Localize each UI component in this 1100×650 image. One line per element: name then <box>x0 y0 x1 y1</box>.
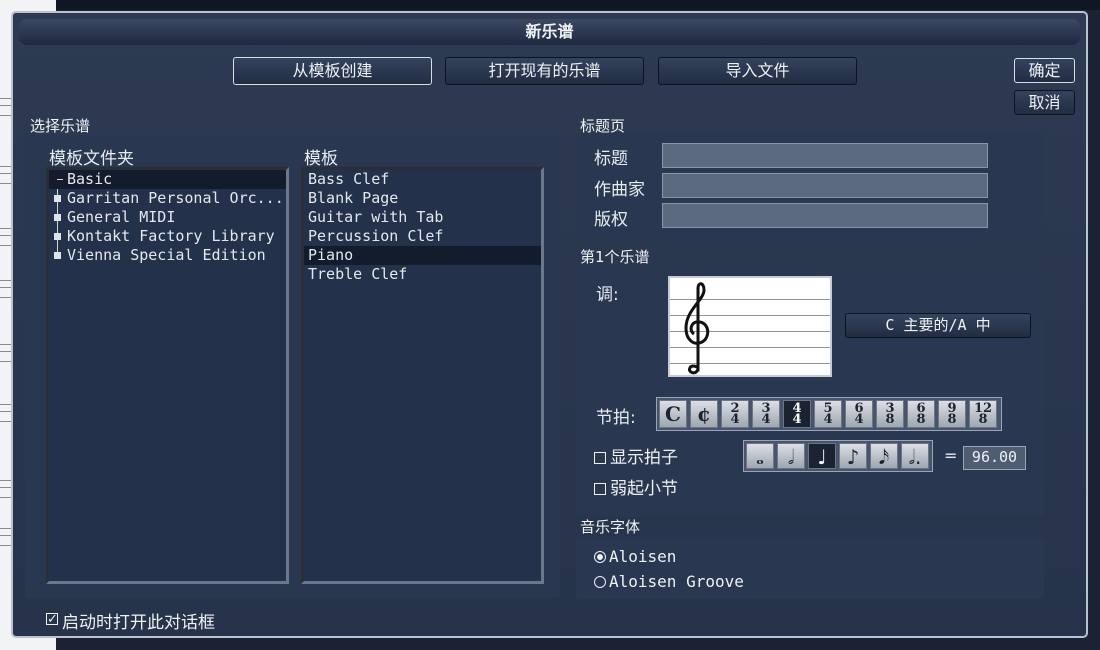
template-item[interactable]: Percussion Clef <box>304 227 541 246</box>
radio-dot[interactable] <box>594 551 606 563</box>
select-score-section-label: 选择乐谱 <box>30 117 91 135</box>
template-item[interactable]: Blank Page <box>304 189 541 208</box>
startup-checkbox[interactable]: 启动时打开此对话框 <box>46 608 215 633</box>
time-signature-bar: C ¢ 2 4 3 4 4 4 5 4 6 4 3 8 6 8 9 8 12 8 <box>656 397 1002 431</box>
time-signature-bottom: 8 <box>978 412 988 427</box>
title-field[interactable] <box>662 143 988 168</box>
template-folders-label: 模板文件夹 <box>49 149 134 169</box>
time-signature-bottom: 8 <box>947 412 957 427</box>
time-signature-button[interactable]: 68 <box>907 400 935 428</box>
key-signature-staff <box>668 276 832 377</box>
select-score-panel: 模板文件夹 模板 Basic Garritan Personal Orc... … <box>25 135 560 598</box>
time-signature-top: C <box>665 402 681 426</box>
folder-item[interactable]: Garritan Personal Orc... <box>49 189 286 208</box>
time-signature-button[interactable]: 24 <box>721 400 749 428</box>
composer-field[interactable] <box>662 173 988 198</box>
cancel-button[interactable]: 取消 <box>1014 90 1075 115</box>
time-signature-button[interactable]: 44 <box>783 400 811 428</box>
tab-import-file[interactable]: 导入文件 <box>658 57 857 85</box>
time-signature-bottom: 4 <box>823 412 833 427</box>
quarter-note-icon[interactable]: ♩ <box>808 443 836 469</box>
dotted-half-note-icon[interactable]: 𝅗𝅥. <box>901 443 929 469</box>
font-option-aloisen[interactable]: Aloisen <box>594 547 676 566</box>
time-signature-button[interactable]: ¢ <box>690 400 718 428</box>
time-signature-button[interactable]: 98 <box>938 400 966 428</box>
folder-item[interactable]: Vienna Special Edition <box>49 246 286 265</box>
ok-button[interactable]: 确定 <box>1014 58 1075 83</box>
time-signature-button[interactable]: 34 <box>752 400 780 428</box>
key-select[interactable]: C 主要的/A 中 <box>845 313 1031 338</box>
checkbox-box[interactable] <box>594 452 606 464</box>
radio-dot[interactable] <box>594 576 606 588</box>
time-signature-button[interactable]: C <box>659 400 687 428</box>
time-signature-bottom: 8 <box>916 412 926 427</box>
composer-label: 作曲家 <box>594 180 645 200</box>
time-signature-bottom: 4 <box>792 412 802 427</box>
template-folder-tree[interactable]: Basic Garritan Personal Orc... General M… <box>46 167 289 584</box>
template-item[interactable]: Treble Clef <box>304 265 541 284</box>
time-signature-top: ¢ <box>697 402 711 426</box>
tab-open-existing-score[interactable]: 打开现有的乐谱 <box>445 57 644 85</box>
folder-item[interactable]: General MIDI <box>49 208 286 227</box>
checkbox-box[interactable] <box>46 613 58 625</box>
tree-branch <box>57 179 63 180</box>
time-signature-button[interactable]: 38 <box>876 400 904 428</box>
treble-clef-icon <box>684 282 710 375</box>
time-signature-button[interactable]: 54 <box>814 400 842 428</box>
template-list[interactable]: Bass Clef Blank Page Guitar with Tab Per… <box>301 167 544 584</box>
font-option-aloisen-groove[interactable]: Aloisen Groove <box>594 572 744 591</box>
template-item[interactable]: Guitar with Tab <box>304 208 541 227</box>
meter-label: 节拍: <box>596 408 636 428</box>
tempo-note-bar: 𝅝 𝅗𝅥 ♩ ♪ 𝅘𝅥𝅯 𝅗𝅥. <box>743 440 933 472</box>
template-item[interactable]: Piano <box>304 246 541 265</box>
expand-icon[interactable] <box>54 252 61 259</box>
show-beat-checkbox[interactable]: 显示拍子 <box>594 443 678 468</box>
time-signature-bottom: 4 <box>761 412 771 427</box>
title-page-panel: 标题 作曲家 版权 <box>576 133 1044 240</box>
equals-sign: = <box>944 446 958 465</box>
music-font-panel: Aloisen Aloisen Groove <box>576 537 1044 599</box>
pickup-measure-checkbox[interactable]: 弱起小节 <box>594 474 678 499</box>
music-font-section-label: 音乐字体 <box>580 518 641 536</box>
templates-label: 模板 <box>304 149 338 169</box>
sixteenth-note-icon[interactable]: 𝅘𝅥𝅯 <box>870 443 898 469</box>
expand-icon[interactable] <box>54 195 61 202</box>
eighth-note-icon[interactable]: ♪ <box>839 443 867 469</box>
title-label: 标题 <box>594 149 628 169</box>
key-label: 调: <box>596 285 619 305</box>
copyright-field[interactable] <box>662 203 988 228</box>
dialog-title: 新乐谱 <box>19 19 1080 45</box>
background-window-top <box>56 0 1100 10</box>
new-score-dialog: 新乐谱 从模板创建 打开现有的乐谱 导入文件 确定 取消 选择乐谱 模板文件夹 … <box>11 11 1088 638</box>
folder-item[interactable]: Kontakt Factory Library <box>49 227 286 246</box>
time-signature-button[interactable]: 64 <box>845 400 873 428</box>
tempo-field[interactable]: 96.00 <box>963 446 1026 470</box>
first-staff-panel: 调: C 主要的/A 中 节拍: C ¢ 2 4 3 4 4 4 5 4 6 4 3 8 6 8 9 8 12 8 显… <box>576 267 1044 517</box>
folder-item[interactable]: Basic <box>49 170 286 189</box>
tab-create-from-template[interactable]: 从模板创建 <box>233 57 432 85</box>
expand-icon[interactable] <box>54 233 61 240</box>
expand-icon[interactable] <box>54 214 61 221</box>
template-item[interactable]: Bass Clef <box>304 170 541 189</box>
time-signature-button[interactable]: 12 8 <box>969 400 997 428</box>
time-signature-bottom: 4 <box>854 412 864 427</box>
copyright-label: 版权 <box>594 210 628 230</box>
time-signature-bottom: 4 <box>730 412 740 427</box>
checkbox-box[interactable] <box>594 483 606 495</box>
whole-note-icon[interactable]: 𝅝 <box>746 443 774 469</box>
time-signature-bottom: 8 <box>885 412 895 427</box>
first-staff-section-label: 第1个乐谱 <box>580 248 650 266</box>
half-note-icon[interactable]: 𝅗𝅥 <box>777 443 805 469</box>
